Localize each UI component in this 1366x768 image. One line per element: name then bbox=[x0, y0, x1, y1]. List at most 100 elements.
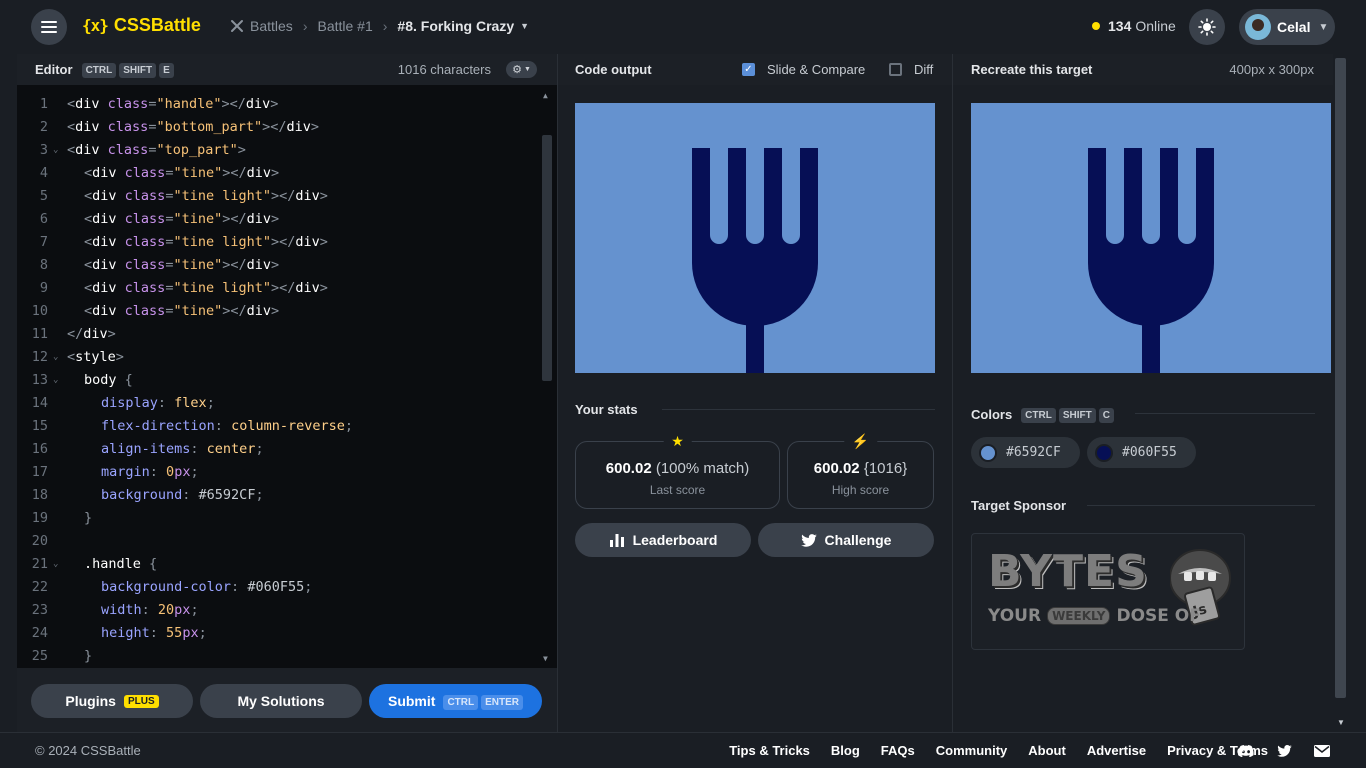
code-text: <style> bbox=[67, 349, 124, 365]
code-token: flex bbox=[174, 394, 207, 411]
twitter-icon[interactable] bbox=[1274, 743, 1294, 759]
code-token: < bbox=[84, 256, 93, 273]
page-scrollbar[interactable]: ▼ bbox=[1333, 54, 1348, 732]
scroll-down-icon[interactable]: ▼ bbox=[543, 654, 548, 663]
line-number: 19 bbox=[31, 509, 48, 526]
code-token: style bbox=[75, 348, 116, 365]
kbd-key: ENTER bbox=[481, 695, 524, 710]
target-title: Recreate this target bbox=[971, 62, 1093, 77]
sponsor-tagline-part: YOUR bbox=[988, 606, 1042, 626]
code-token: < bbox=[84, 210, 93, 227]
code-token: display bbox=[101, 394, 158, 411]
color-swatch-1[interactable]: #6592CF bbox=[971, 437, 1080, 468]
footer-link-blog[interactable]: Blog bbox=[831, 743, 860, 758]
divider bbox=[1087, 505, 1315, 506]
kbd-key: C bbox=[1098, 408, 1114, 423]
output-panel: Code output ✓ Slide & Compare Diff Your … bbox=[557, 54, 952, 732]
editor-scrollbar-thumb[interactable] bbox=[542, 135, 552, 381]
code-token: div bbox=[295, 279, 320, 296]
code-token: class bbox=[116, 302, 166, 319]
color-swatch-2[interactable]: #060F55 bbox=[1087, 437, 1196, 468]
plugins-button[interactable]: Plugins PLUS bbox=[31, 684, 193, 718]
fork-gap bbox=[710, 148, 728, 244]
code-text: <div class="top_part"> bbox=[67, 142, 246, 158]
footer-link-advertise[interactable]: Advertise bbox=[1087, 743, 1146, 758]
fold-chevron-icon[interactable]: ⌄ bbox=[53, 145, 58, 155]
sponsor-banner[interactable]: BYTES Js YOUR WEEKLY DOSE OF bbox=[971, 533, 1245, 650]
fork-tine bbox=[800, 148, 818, 208]
code-text: <div class="bottom_part"></div> bbox=[67, 119, 319, 135]
line-number: 18 bbox=[31, 486, 48, 503]
my-solutions-button[interactable]: My Solutions bbox=[200, 684, 362, 718]
footer-link-faqs[interactable]: FAQs bbox=[881, 743, 915, 758]
code-editor[interactable]: 1 <div class="handle"></div> 2 <div clas… bbox=[17, 85, 557, 668]
theme-toggle-button[interactable] bbox=[1189, 9, 1225, 45]
discord-icon[interactable] bbox=[1236, 743, 1256, 759]
scroll-up-icon[interactable]: ▲ bbox=[543, 91, 548, 100]
code-token: } bbox=[84, 647, 93, 664]
code-token: < bbox=[67, 118, 76, 135]
breadcrumb-current[interactable]: #8. Forking Crazy bbox=[397, 18, 514, 34]
fold-chevron-icon[interactable]: ⌄ bbox=[53, 352, 58, 362]
diff-checkbox[interactable] bbox=[889, 63, 902, 76]
colors-shortcut: CTRL SHIFT C bbox=[1018, 406, 1114, 423]
code-token: 0 bbox=[166, 463, 175, 480]
code-token: { bbox=[116, 371, 133, 388]
diff-label[interactable]: Diff bbox=[914, 62, 933, 77]
logo-text: CSSBattle bbox=[113, 15, 201, 35]
slide-compare-checkbox[interactable]: ✓ bbox=[742, 63, 755, 76]
online-dot-icon bbox=[1092, 22, 1100, 30]
footer-link-community[interactable]: Community bbox=[936, 743, 1008, 758]
code-token: : bbox=[190, 440, 207, 457]
slide-compare-label[interactable]: Slide & Compare bbox=[767, 62, 865, 77]
colors-label: Colors bbox=[971, 407, 1013, 422]
code-token: > bbox=[271, 210, 280, 227]
line-number: 14 bbox=[31, 394, 48, 411]
challenge-button[interactable]: Challenge bbox=[758, 523, 934, 557]
leaderboard-button[interactable]: Leaderboard bbox=[575, 523, 751, 557]
chevron-down-icon[interactable]: ▼ bbox=[520, 21, 529, 31]
submit-button[interactable]: Submit CTRL ENTER bbox=[369, 684, 542, 718]
fold-chevron-icon[interactable]: ⌄ bbox=[53, 375, 58, 385]
code-token: column-reverse bbox=[231, 417, 345, 434]
code-token: height bbox=[101, 624, 150, 641]
line-number: 9 bbox=[39, 279, 48, 296]
line-number: 22 bbox=[31, 578, 48, 595]
code-token: body bbox=[84, 371, 117, 388]
footer-link-tips[interactable]: Tips & Tricks bbox=[729, 743, 810, 758]
code-token: ; bbox=[206, 394, 215, 411]
fold-chevron-icon[interactable]: ⌄ bbox=[53, 559, 58, 569]
code-token: </ bbox=[67, 325, 84, 342]
user-menu-button[interactable]: Celal ▼ bbox=[1239, 9, 1335, 45]
scroll-down-icon[interactable]: ▼ bbox=[1337, 718, 1345, 727]
breadcrumb-battles[interactable]: Battles bbox=[250, 18, 293, 34]
code-output-preview[interactable] bbox=[575, 103, 935, 373]
page-scrollbar-thumb[interactable] bbox=[1335, 58, 1346, 698]
breadcrumb-battle[interactable]: Battle #1 bbox=[317, 18, 372, 34]
sponsor-brand: BYTES bbox=[988, 546, 1148, 597]
sponsor-tagline: YOUR WEEKLY DOSE OF bbox=[988, 606, 1201, 626]
code-token: ></ bbox=[271, 279, 296, 296]
code-token: > bbox=[237, 141, 246, 158]
code-token: 20 bbox=[157, 601, 175, 618]
target-preview[interactable] bbox=[971, 103, 1331, 373]
output-header: Code output ✓ Slide & Compare Diff bbox=[558, 54, 952, 85]
footer-link-about[interactable]: About bbox=[1028, 743, 1066, 758]
sponsor-title: Target Sponsor bbox=[971, 498, 1067, 513]
code-token: : bbox=[157, 394, 175, 411]
mail-icon[interactable] bbox=[1312, 743, 1332, 759]
code-token: ; bbox=[190, 463, 199, 480]
code-token: div bbox=[246, 164, 272, 181]
code-token: div bbox=[92, 302, 117, 319]
top-bar: {x} CSSBattle Battles › Battle #1 › #8. … bbox=[0, 0, 1366, 54]
menu-button[interactable] bbox=[31, 9, 67, 45]
code-token: < bbox=[84, 164, 93, 181]
code-token: ></ bbox=[222, 164, 247, 181]
submit-shortcut: CTRL ENTER bbox=[440, 692, 524, 710]
code-token: div bbox=[295, 187, 320, 204]
editor-settings-button[interactable]: ⚙ ▼ bbox=[506, 61, 537, 78]
logo[interactable]: {x} CSSBattle bbox=[82, 15, 201, 36]
code-text: background-color: #060F55; bbox=[101, 579, 312, 595]
code-token: class bbox=[116, 279, 166, 296]
sponsor-tagline-badge: WEEKLY bbox=[1047, 607, 1111, 625]
